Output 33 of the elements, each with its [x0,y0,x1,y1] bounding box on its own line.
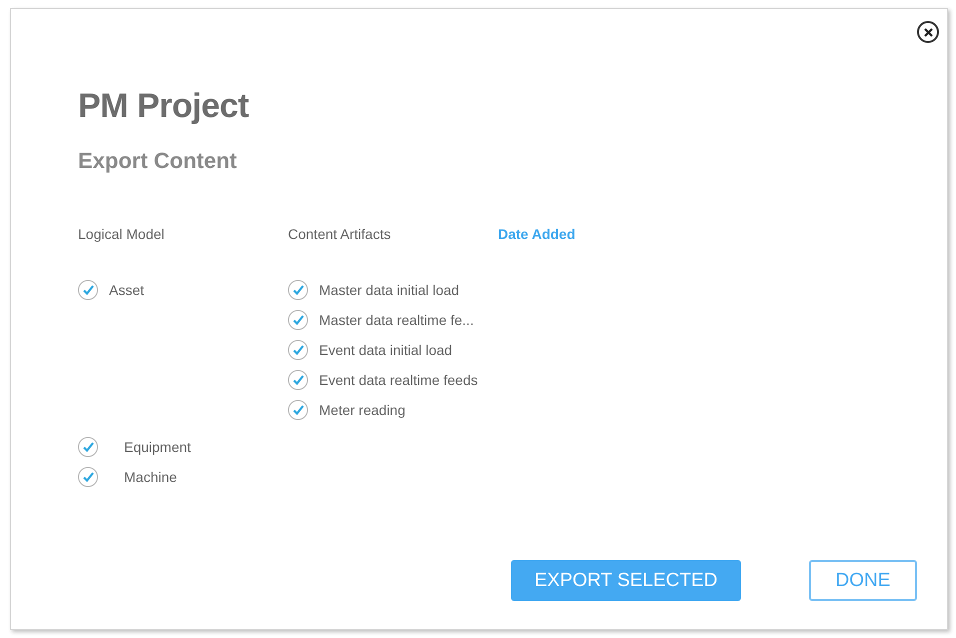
item-label: Meter reading [319,402,406,418]
checkbox[interactable] [288,400,308,420]
dialog-subtitle: Export Content [78,148,238,174]
check-icon [292,285,304,295]
check-icon [82,472,94,482]
item-label: Master data realtime fe... [319,312,474,328]
checkbox[interactable] [288,310,308,330]
checkbox[interactable] [78,437,98,457]
check-icon [292,345,304,355]
item-label: Event data realtime feeds [319,372,478,388]
item-label: Machine [124,469,177,485]
done-button[interactable]: DONE [809,560,917,601]
item-label: Equipment [124,439,191,455]
checkbox[interactable] [78,280,98,300]
item-label: Master data initial load [319,282,460,298]
close-icon [924,28,932,36]
column-heading: Logical Model [78,226,164,242]
check-icon [292,315,304,325]
check-icon [82,285,94,295]
check-icon [82,442,94,452]
checkbox[interactable] [288,370,308,390]
column-heading: Content Artifacts [288,226,391,242]
close-button[interactable] [917,21,939,43]
export-button[interactable]: EXPORT SELECTED [511,560,741,601]
checkbox[interactable] [78,467,98,487]
check-icon [292,405,304,415]
check-icon [292,375,304,385]
checkbox[interactable] [288,280,308,300]
item-label: Event data initial load [319,342,452,358]
sort-link[interactable]: Date Added [498,226,576,242]
dialog-title: PM Project [78,87,250,126]
item-label: Asset [109,282,144,298]
checkbox[interactable] [288,340,308,360]
